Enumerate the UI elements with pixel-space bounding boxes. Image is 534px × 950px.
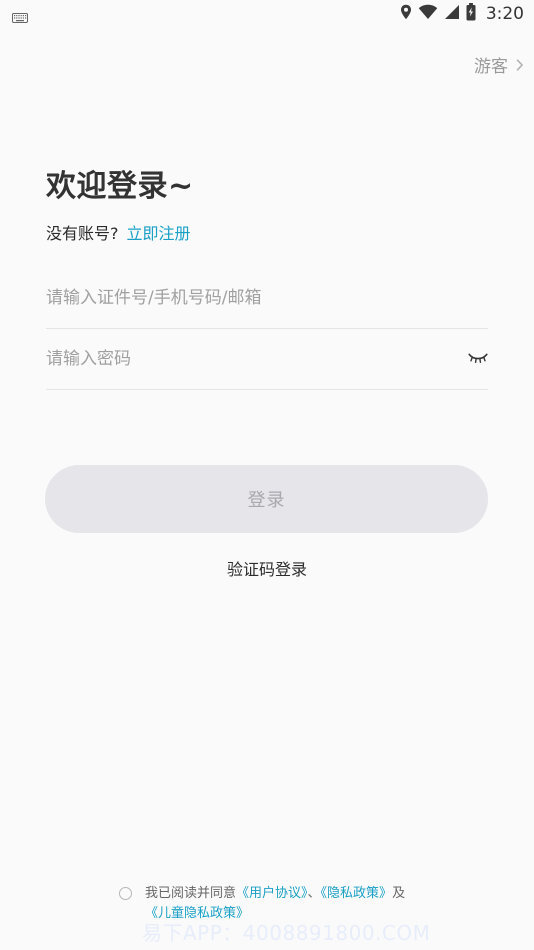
agreement-conjunction: 及	[392, 886, 406, 901]
guest-label: 游客	[474, 57, 508, 77]
register-link[interactable]: 立即注册	[127, 220, 191, 244]
agreement-line-1: 我已阅读并同意《用户协议》、《隐私政策》及	[145, 884, 405, 904]
eye-closed-icon[interactable]	[468, 353, 488, 365]
battery-charging-icon	[466, 3, 476, 25]
register-row: 没有账号? 立即注册	[46, 220, 191, 244]
password-input[interactable]	[46, 349, 436, 369]
guest-button[interactable]: 游客	[474, 52, 524, 77]
status-bar: 3:20	[0, 0, 534, 28]
page-title: 欢迎登录~	[46, 169, 194, 204]
account-input[interactable]	[46, 288, 436, 308]
account-field	[46, 268, 488, 329]
login-button[interactable]: 登录	[45, 465, 488, 533]
agreement-separator: 、	[307, 886, 321, 901]
password-field	[46, 329, 488, 390]
radio-icon[interactable]	[119, 887, 132, 900]
children-privacy-policy-link[interactable]: 《儿童隐私政策》	[145, 906, 249, 921]
register-prompt: 没有账号?	[46, 224, 119, 243]
chevron-right-icon	[516, 58, 524, 71]
user-agreement-link[interactable]: 《用户协议》	[236, 886, 308, 901]
status-icons: 3:20	[400, 3, 524, 25]
agreement-prefix: 我已阅读并同意	[145, 886, 237, 901]
signal-icon	[444, 4, 460, 24]
status-time: 3:20	[485, 4, 524, 24]
keyboard-icon	[12, 8, 28, 23]
privacy-policy-link[interactable]: 《隐私政策》	[321, 886, 393, 901]
wifi-icon	[418, 4, 438, 24]
agreement-line-2: 《儿童隐私政策》	[145, 904, 249, 924]
location-icon	[400, 4, 412, 24]
sms-login-link[interactable]: 验证码登录	[0, 556, 534, 580]
